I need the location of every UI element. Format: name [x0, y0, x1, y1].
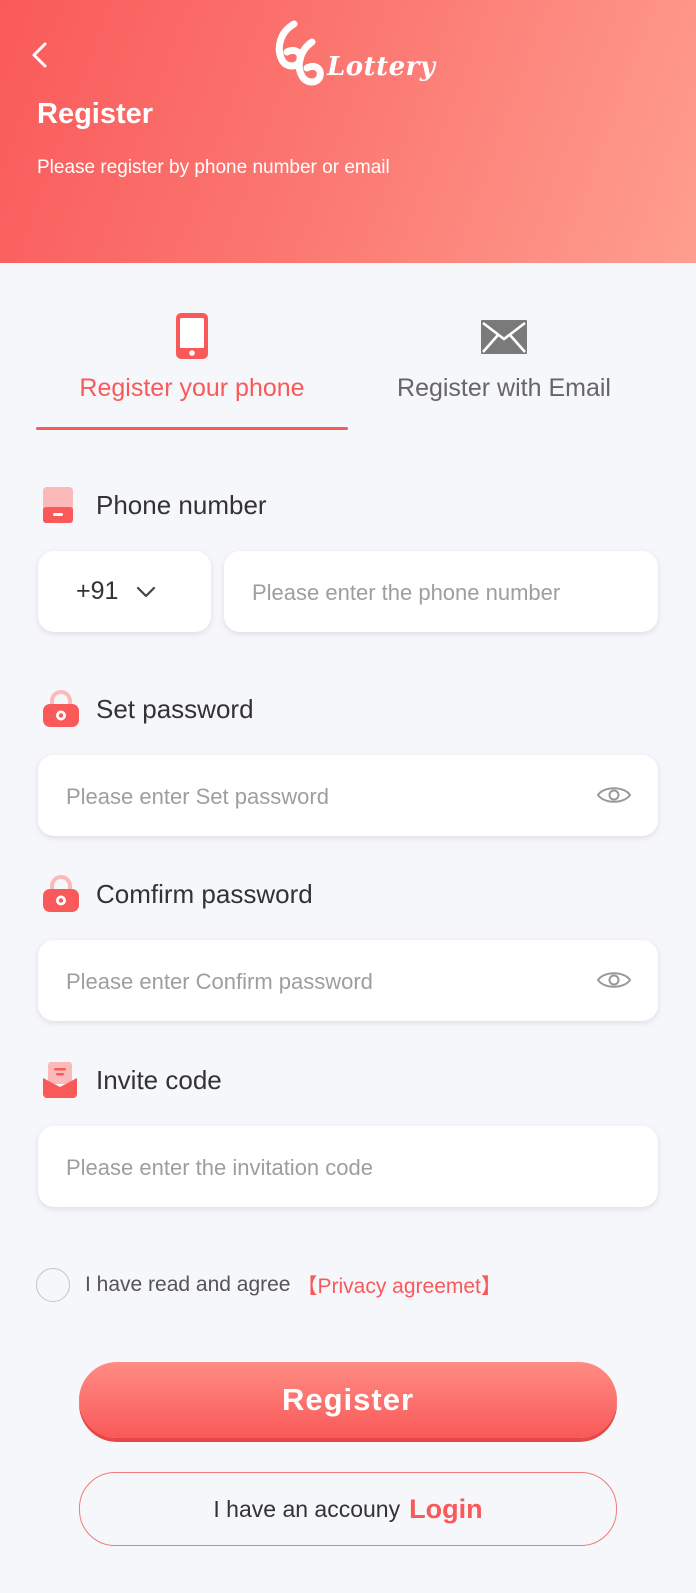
register-button[interactable]: Register [79, 1362, 617, 1438]
invite-icon [42, 1059, 88, 1101]
confirm-password-input[interactable] [64, 940, 568, 1023]
login-link[interactable]: Login [409, 1494, 482, 1525]
country-code-select[interactable]: +91 [38, 551, 211, 632]
confirm-password-input-box [38, 940, 658, 1023]
agreement-row: I have read and agree 【Privacy agreemet】 [36, 1267, 502, 1303]
phone-label: Phone number [38, 484, 267, 526]
invite-code-label: Invite code [38, 1059, 222, 1101]
phone-input[interactable] [250, 551, 644, 634]
agreement-checkbox[interactable] [36, 1268, 70, 1302]
privacy-agreement-link[interactable]: 【Privacy agreemet】 [297, 1270, 502, 1300]
country-code-value: +91 [76, 577, 119, 605]
tab-register-phone[interactable]: Register your phone [36, 308, 348, 430]
tab-label: Register your phone [79, 374, 305, 402]
header: Lottery Register Please register by phon… [0, 0, 696, 263]
password-input-box [38, 755, 658, 838]
phone-input-box [224, 551, 658, 634]
logo-mark-icon [275, 20, 324, 86]
lock-icon [42, 688, 88, 730]
confirm-password-label: Comfirm password [38, 873, 313, 915]
mail-icon [481, 320, 527, 354]
active-tab-indicator [36, 427, 348, 430]
back-arrow-icon[interactable] [28, 38, 54, 72]
logo-text: Lottery [327, 52, 436, 82]
page-title: Register [37, 98, 154, 130]
login-button[interactable]: I have an accouny Login [79, 1472, 617, 1546]
tab-label: Register with Email [397, 374, 611, 402]
tab-register-email[interactable]: Register with Email [348, 308, 660, 430]
login-prompt-text: I have an accouny [213, 1495, 401, 1522]
app-logo: Lottery [272, 20, 435, 90]
eye-icon[interactable] [596, 783, 632, 807]
eye-icon[interactable] [596, 968, 632, 992]
lock-icon [42, 873, 88, 915]
invite-code-input-box [38, 1126, 658, 1209]
invite-code-input[interactable] [64, 1126, 628, 1209]
phone-icon [176, 313, 208, 359]
chevron-down-icon [137, 586, 156, 597]
page-subtitle: Please register by phone number or email [37, 157, 390, 178]
password-label: Set password [38, 688, 254, 730]
password-input[interactable] [64, 755, 568, 838]
phone-field-icon [42, 484, 88, 526]
agreement-text: I have read and agree [85, 1273, 291, 1296]
